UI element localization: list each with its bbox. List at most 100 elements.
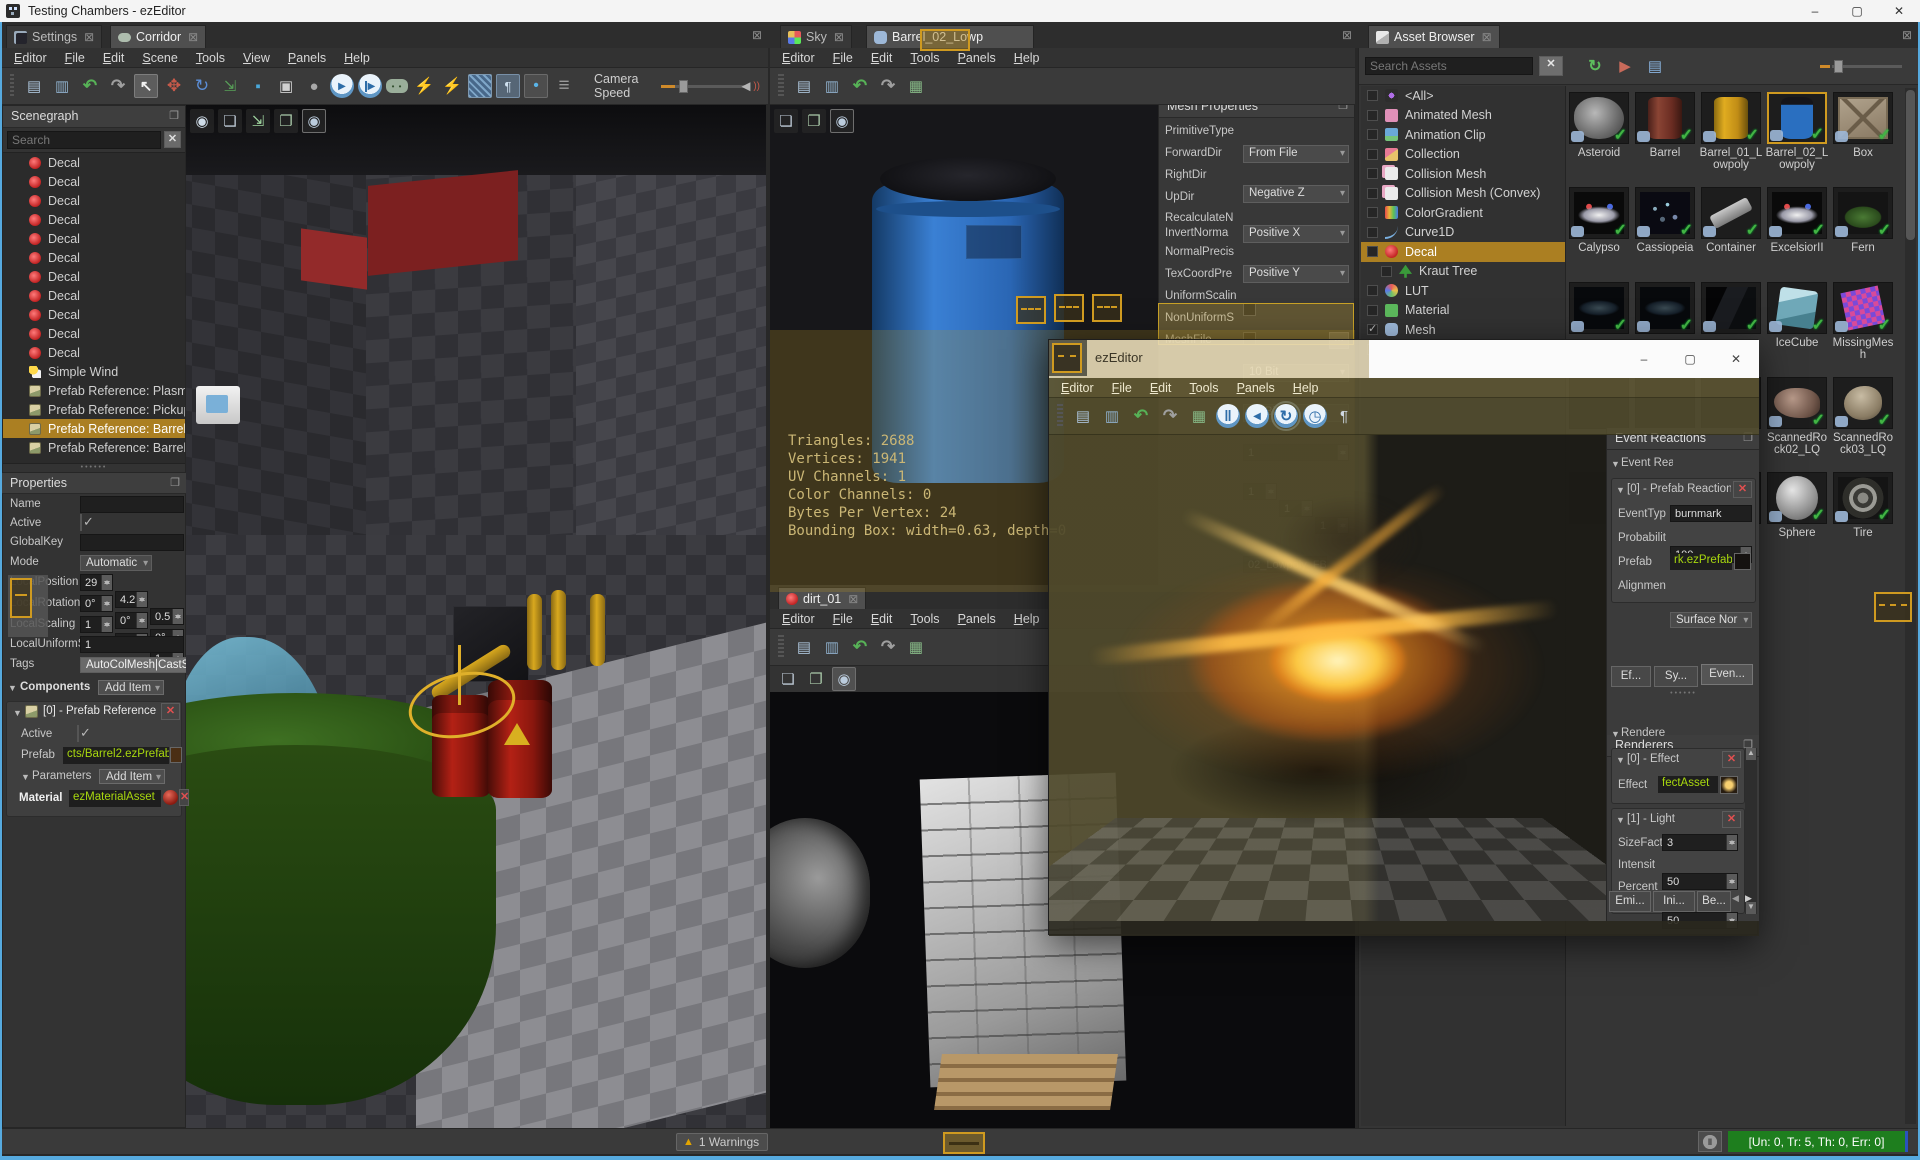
filter-checkbox[interactable] — [1367, 90, 1378, 102]
menu-item[interactable]: Editor — [1061, 381, 1094, 395]
asset-thumbnail[interactable] — [1833, 472, 1893, 524]
menu-item[interactable]: Panels — [958, 612, 996, 626]
intensity-field[interactable]: 50 — [1662, 873, 1738, 890]
scenegraph-node[interactable]: Decal — [3, 305, 185, 324]
menu-item[interactable]: Tools — [1189, 381, 1218, 395]
float-panel-icon[interactable]: ❐ — [169, 109, 179, 122]
undo-icon[interactable] — [1129, 404, 1153, 428]
filter-checkbox[interactable] — [1367, 207, 1378, 219]
scenegraph-node[interactable]: Decal — [3, 229, 185, 248]
scenegraph-node[interactable]: Prefab Reference: Barrel2 — [3, 438, 185, 457]
asset-type-filter-row[interactable]: Curve1D — [1361, 223, 1565, 243]
scenegraph-node[interactable]: Decal — [3, 153, 185, 172]
redo-icon[interactable] — [876, 74, 900, 98]
clear-asset-search-icon[interactable] — [1539, 56, 1563, 76]
left-window-float-icon[interactable]: ⊠ — [752, 28, 762, 42]
menu-item[interactable]: Edit — [1150, 381, 1172, 395]
asset-type-filter-row[interactable]: Collision Mesh (Convex) — [1361, 184, 1565, 204]
menu-item[interactable]: Help — [1014, 51, 1040, 65]
add-parameter-button[interactable]: Add Item — [99, 769, 166, 784]
asset-type-filter-row[interactable]: Animated Mesh — [1361, 106, 1565, 126]
remove-renderer-button[interactable] — [1722, 751, 1741, 768]
mesh-window-float-icon[interactable]: ⊠ — [1342, 28, 1352, 42]
tab-behaviors[interactable]: Be... — [1697, 891, 1731, 912]
pause-processing-button[interactable] — [1698, 1131, 1722, 1152]
collapse-arrow-icon[interactable]: ▼ — [13, 708, 22, 718]
menu-item[interactable]: Tools — [196, 51, 225, 65]
asset-thumbnail[interactable] — [1767, 472, 1827, 524]
redo-icon[interactable] — [106, 74, 130, 98]
asset-item[interactable]: Tire — [1830, 468, 1896, 563]
menu-item[interactable]: Tools — [910, 612, 939, 626]
snap-icon[interactable] — [246, 74, 270, 98]
scenegraph-node[interactable]: Decal — [3, 324, 185, 343]
asset-item[interactable]: Sphere — [1764, 468, 1830, 563]
tab-event-reactions[interactable]: Even... — [1701, 664, 1753, 685]
scenegraph-node[interactable]: Prefab Reference: Barrel2 — [3, 419, 185, 438]
menu-item[interactable]: Edit — [871, 612, 893, 626]
menu-item[interactable]: File — [1112, 381, 1132, 395]
alignment-dropdown[interactable]: Surface Nor — [1670, 612, 1753, 628]
close-tab-icon[interactable]: ⊠ — [1482, 30, 1492, 44]
play-icon[interactable] — [330, 74, 355, 98]
filter-checkbox[interactable] — [1367, 187, 1378, 199]
material-param-field[interactable]: ezMaterialAsset — [69, 790, 161, 807]
filter-checkbox[interactable] — [1367, 168, 1378, 180]
redo-icon[interactable] — [876, 635, 900, 659]
menu-item[interactable]: Help — [1014, 612, 1040, 626]
spinner[interactable] — [1726, 835, 1737, 850]
scrollbar-thumb[interactable] — [1906, 90, 1915, 240]
scenegraph-node[interactable]: Decal — [3, 210, 185, 229]
asset-type-filter-row[interactable]: LUT — [1361, 281, 1565, 301]
filter-checkbox[interactable] — [1367, 246, 1378, 258]
position-x-field[interactable]: 29 m — [80, 574, 113, 591]
tab-scroll-right-icon[interactable]: ▶ — [1745, 893, 1752, 904]
scroll-up-icon[interactable]: ▲ — [1746, 748, 1756, 760]
scene-viewport[interactable] — [186, 105, 766, 1128]
asset-item[interactable]: Calypso — [1566, 183, 1632, 278]
speaker-mute-icon[interactable]: ◄)) — [738, 74, 760, 98]
collapse-arrow-icon[interactable]: ▼ — [1616, 485, 1625, 495]
scenegraph-node[interactable]: Decal — [3, 191, 185, 210]
maximize-button[interactable]: ▢ — [1667, 348, 1713, 370]
menu-item[interactable]: Scene — [142, 51, 177, 65]
save-all-icon[interactable] — [50, 74, 74, 98]
toolbar-grip[interactable] — [778, 74, 784, 98]
expand-icon[interactable] — [246, 109, 270, 133]
splitter-handle[interactable]: •••••• — [3, 464, 185, 472]
menu-item[interactable]: View — [243, 51, 270, 65]
primitive-type-dropdown[interactable]: From File — [1243, 145, 1349, 163]
globalkey-input[interactable] — [80, 534, 184, 551]
asset-thumbnail[interactable] — [1833, 92, 1893, 144]
menu-item[interactable]: Edit — [871, 51, 893, 65]
particle-preview-viewport[interactable] — [1049, 435, 1606, 921]
toolbar-grip[interactable] — [1057, 404, 1063, 428]
gamepad-icon[interactable] — [386, 79, 409, 93]
reload-assets-icon[interactable] — [1583, 54, 1607, 78]
mode-dropdown[interactable]: Automatic — [80, 555, 153, 571]
save-all-icon[interactable] — [820, 635, 844, 659]
menu-item[interactable]: Tools — [910, 51, 939, 65]
filter-checkbox[interactable] — [1367, 148, 1378, 160]
splitter-handle[interactable]: •••••• — [1607, 690, 1760, 697]
whitebox-icon[interactable] — [274, 74, 298, 98]
collapse-arrow-icon[interactable]: ▼ — [1611, 459, 1620, 469]
save-all-icon[interactable] — [820, 74, 844, 98]
tab-corridor[interactable]: Corridor ⊠ — [110, 25, 207, 48]
asset-type-filter-row[interactable]: ColorGradient — [1361, 203, 1565, 223]
filter-checkbox[interactable] — [1367, 285, 1378, 297]
save-icon[interactable] — [1071, 404, 1095, 428]
maximize-button[interactable]: ▢ — [1836, 0, 1878, 22]
minimize-button[interactable]: – — [1794, 0, 1836, 22]
tab-initializers[interactable]: Ini... — [1653, 891, 1695, 912]
layers-icon[interactable] — [552, 74, 576, 98]
asset-thumbnail[interactable] — [1635, 92, 1695, 144]
tab-sky[interactable]: Sky ⊠ — [780, 25, 852, 48]
spinner[interactable] — [101, 575, 112, 590]
frames-icon[interactable] — [776, 667, 800, 691]
asset-item[interactable]: ScannedRock02_LQ — [1764, 373, 1830, 468]
asset-item[interactable]: MissingMesh — [1830, 278, 1896, 373]
tab-emitter[interactable]: Emi... — [1609, 891, 1651, 912]
asset-thumbnail[interactable] — [1767, 187, 1827, 239]
add-component-button[interactable]: Add Item — [98, 680, 165, 695]
